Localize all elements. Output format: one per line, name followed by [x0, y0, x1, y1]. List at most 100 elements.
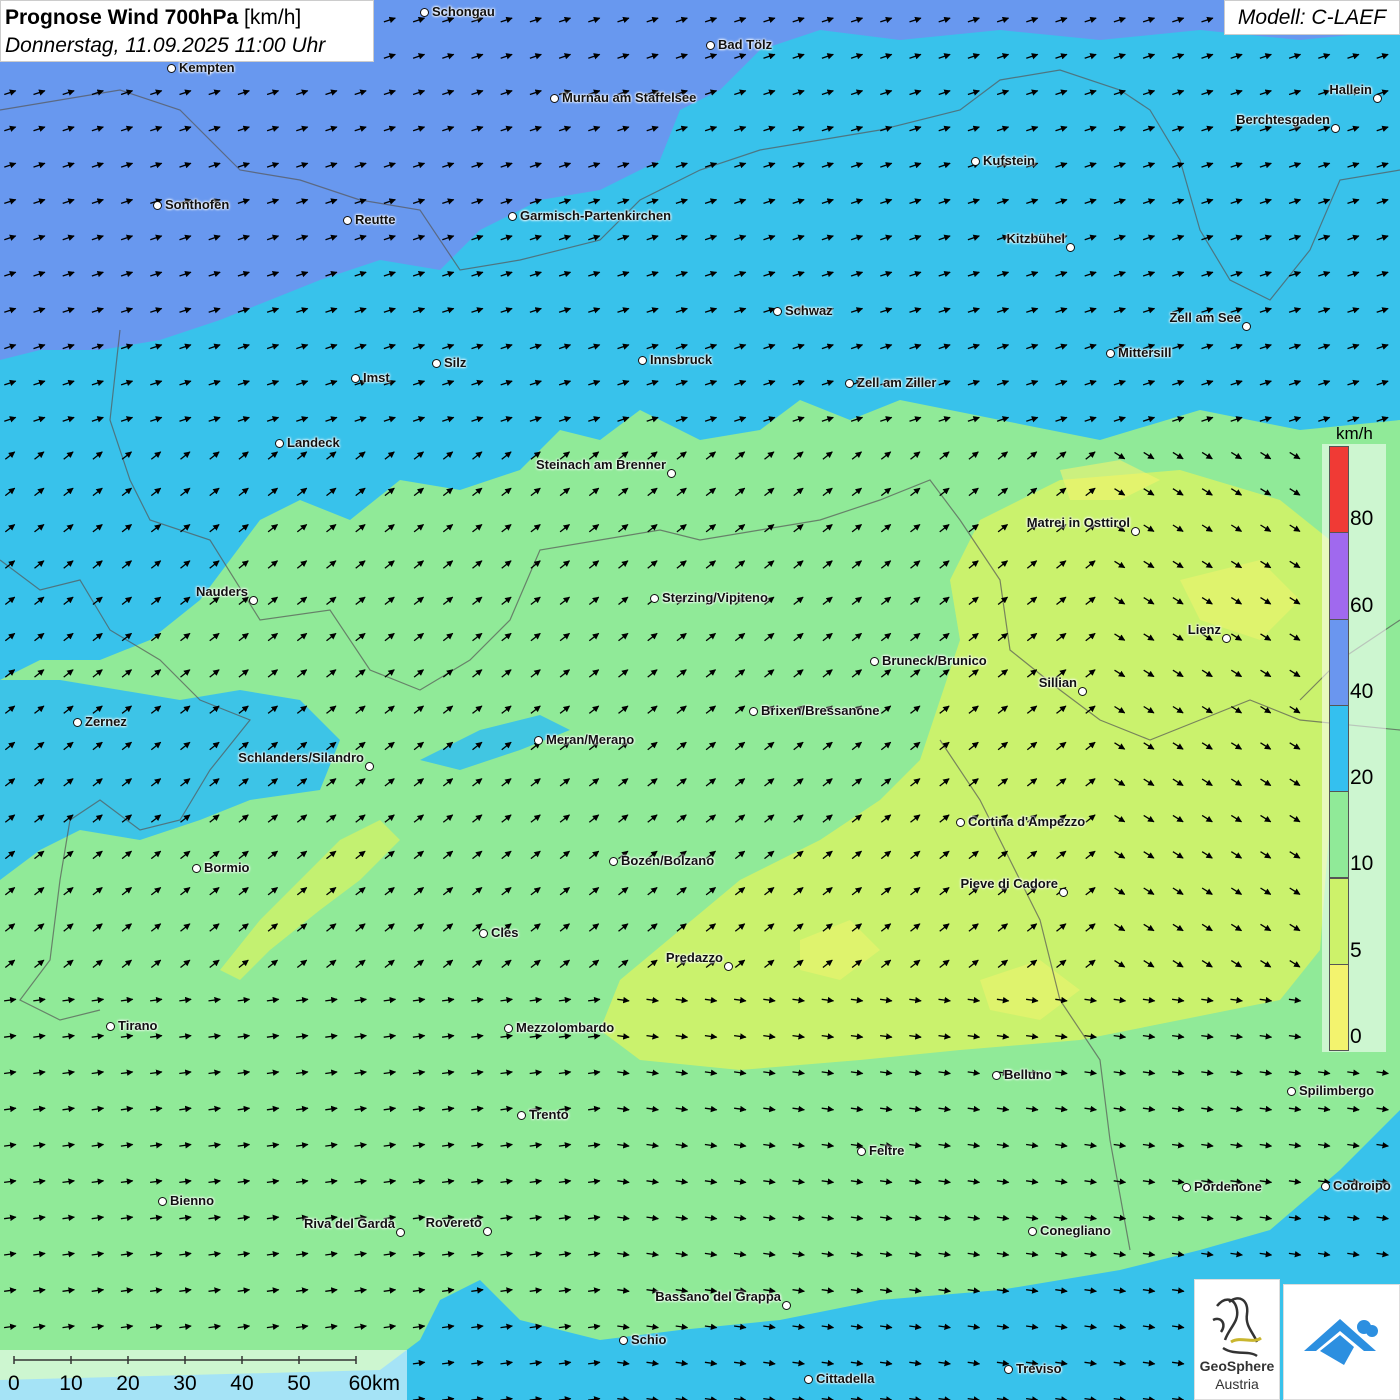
scale-label: 10	[59, 1372, 83, 1395]
city-marker	[1242, 322, 1251, 331]
city-label: Spilimbergo	[1299, 1083, 1375, 1098]
city-label: Reutte	[355, 212, 396, 227]
legend-label: 20	[1350, 766, 1374, 790]
city-label: Riva del Garda	[303, 1216, 395, 1231]
city-marker	[534, 736, 543, 745]
city-marker	[1182, 1183, 1191, 1192]
city-label: Garmisch-Partenkirchen	[520, 208, 672, 223]
city-label: Cittadella	[816, 1371, 875, 1386]
city-marker	[1028, 1227, 1037, 1236]
title-box: Prognose Wind 700hPa [km/h] Donnerstag, …	[0, 0, 374, 62]
city-marker	[158, 1197, 167, 1206]
legend-swatch	[1329, 963, 1349, 1052]
mountain-cloud-icon	[1304, 1319, 1378, 1365]
city-label: Hallein	[1329, 82, 1372, 97]
city-label: Nauders	[195, 584, 248, 599]
city-label: Schio	[631, 1332, 667, 1347]
city-label: Cortina d'Ampezzo	[968, 814, 1086, 829]
city-marker	[365, 762, 374, 771]
city-label: Cles	[491, 925, 519, 940]
legend-label: 5	[1350, 938, 1362, 962]
city-marker	[1078, 687, 1087, 696]
city-label: Pordenone	[1194, 1179, 1262, 1194]
city-label: Bad Tölz	[718, 37, 773, 52]
city-marker	[706, 41, 715, 50]
city-marker	[479, 929, 488, 938]
map-title: Prognose Wind 700hPa	[5, 6, 239, 29]
city-marker	[845, 379, 854, 388]
city-marker	[773, 307, 782, 316]
city-label: Schlanders/Silandro	[238, 750, 364, 765]
legend-swatch	[1329, 532, 1349, 620]
city-marker	[517, 1111, 526, 1120]
city-marker	[420, 8, 429, 17]
city-label: Mezzolombardo	[516, 1020, 615, 1035]
city-label: Lienz	[1187, 622, 1221, 637]
city-marker	[550, 94, 559, 103]
scale-label: 60km	[348, 1372, 400, 1395]
city-marker	[609, 857, 618, 866]
city-marker	[167, 64, 176, 73]
city-marker	[153, 201, 162, 210]
city-marker	[1373, 94, 1382, 103]
city-marker	[1331, 124, 1340, 133]
scale-label: 0	[8, 1372, 20, 1395]
geosphere-name: GeoSphere	[1199, 1358, 1275, 1374]
city-label: Meran/Merano	[546, 732, 635, 747]
legend-swatch	[1329, 704, 1349, 793]
geosphere-country: Austria	[1215, 1376, 1259, 1392]
city-label: Trento	[529, 1107, 569, 1122]
city-marker	[351, 374, 360, 383]
city-label: Tirano	[118, 1018, 158, 1033]
city-marker	[956, 818, 965, 827]
legend-label: 0	[1350, 1025, 1362, 1048]
city-marker	[343, 216, 352, 225]
city-label: Belluno	[1004, 1067, 1052, 1082]
forecast-date: Donnerstag, 11.09.2025 11:00 Uhr	[5, 34, 326, 57]
city-label: Zell am See	[1169, 310, 1241, 325]
city-label: Innsbruck	[650, 352, 713, 367]
city-label: Bienno	[170, 1193, 215, 1208]
city-marker	[971, 157, 980, 166]
city-label: Sillian	[1038, 675, 1077, 690]
city-marker	[106, 1022, 115, 1031]
city-label: Kempten	[179, 60, 235, 75]
legend-label: 40	[1350, 679, 1374, 703]
city-marker	[650, 594, 659, 603]
city-marker	[432, 359, 441, 368]
city-marker	[508, 212, 517, 221]
city-label: Kufstein	[983, 153, 1035, 168]
city-marker	[1106, 349, 1115, 358]
city-label: Berchtesgaden	[1236, 112, 1330, 127]
city-marker	[857, 1147, 866, 1156]
city-label: Sterzing/Vipiteno	[662, 590, 768, 605]
city-marker	[483, 1227, 492, 1236]
scale-label: 20	[116, 1372, 140, 1395]
city-label: Mittersill	[1118, 345, 1172, 360]
legend-label: 60	[1350, 593, 1374, 617]
model-label: Modell: C-LAEF	[1224, 0, 1400, 35]
city-marker	[724, 962, 733, 971]
city-label: Rovereto	[425, 1215, 482, 1230]
city-label: Landeck	[287, 435, 340, 450]
city-label: Brixen/Bressanone	[761, 703, 880, 718]
city-label: Treviso	[1016, 1361, 1062, 1376]
city-label: Silz	[444, 355, 467, 370]
geosphere-logo: GeoSphere Austria	[1194, 1279, 1280, 1400]
city-label: Bruneck/Brunico	[882, 653, 987, 668]
city-label: Steinach am Brenner	[535, 457, 666, 472]
city-label: Kitzbühel	[1006, 231, 1066, 246]
city-marker	[275, 439, 284, 448]
city-label: Bormio	[204, 860, 250, 875]
legend-label: 10	[1350, 852, 1374, 876]
city-marker	[504, 1024, 513, 1033]
legend-swatch	[1329, 791, 1349, 879]
city-marker	[870, 657, 879, 666]
city-label: Sonthofen	[165, 197, 230, 212]
legend-unit: km/h	[1336, 424, 1373, 443]
city-marker	[749, 707, 758, 716]
city-label: Codroipo	[1333, 1178, 1391, 1193]
city-label: Feltre	[869, 1143, 905, 1158]
city-marker	[1321, 1182, 1330, 1191]
city-marker	[192, 864, 201, 873]
